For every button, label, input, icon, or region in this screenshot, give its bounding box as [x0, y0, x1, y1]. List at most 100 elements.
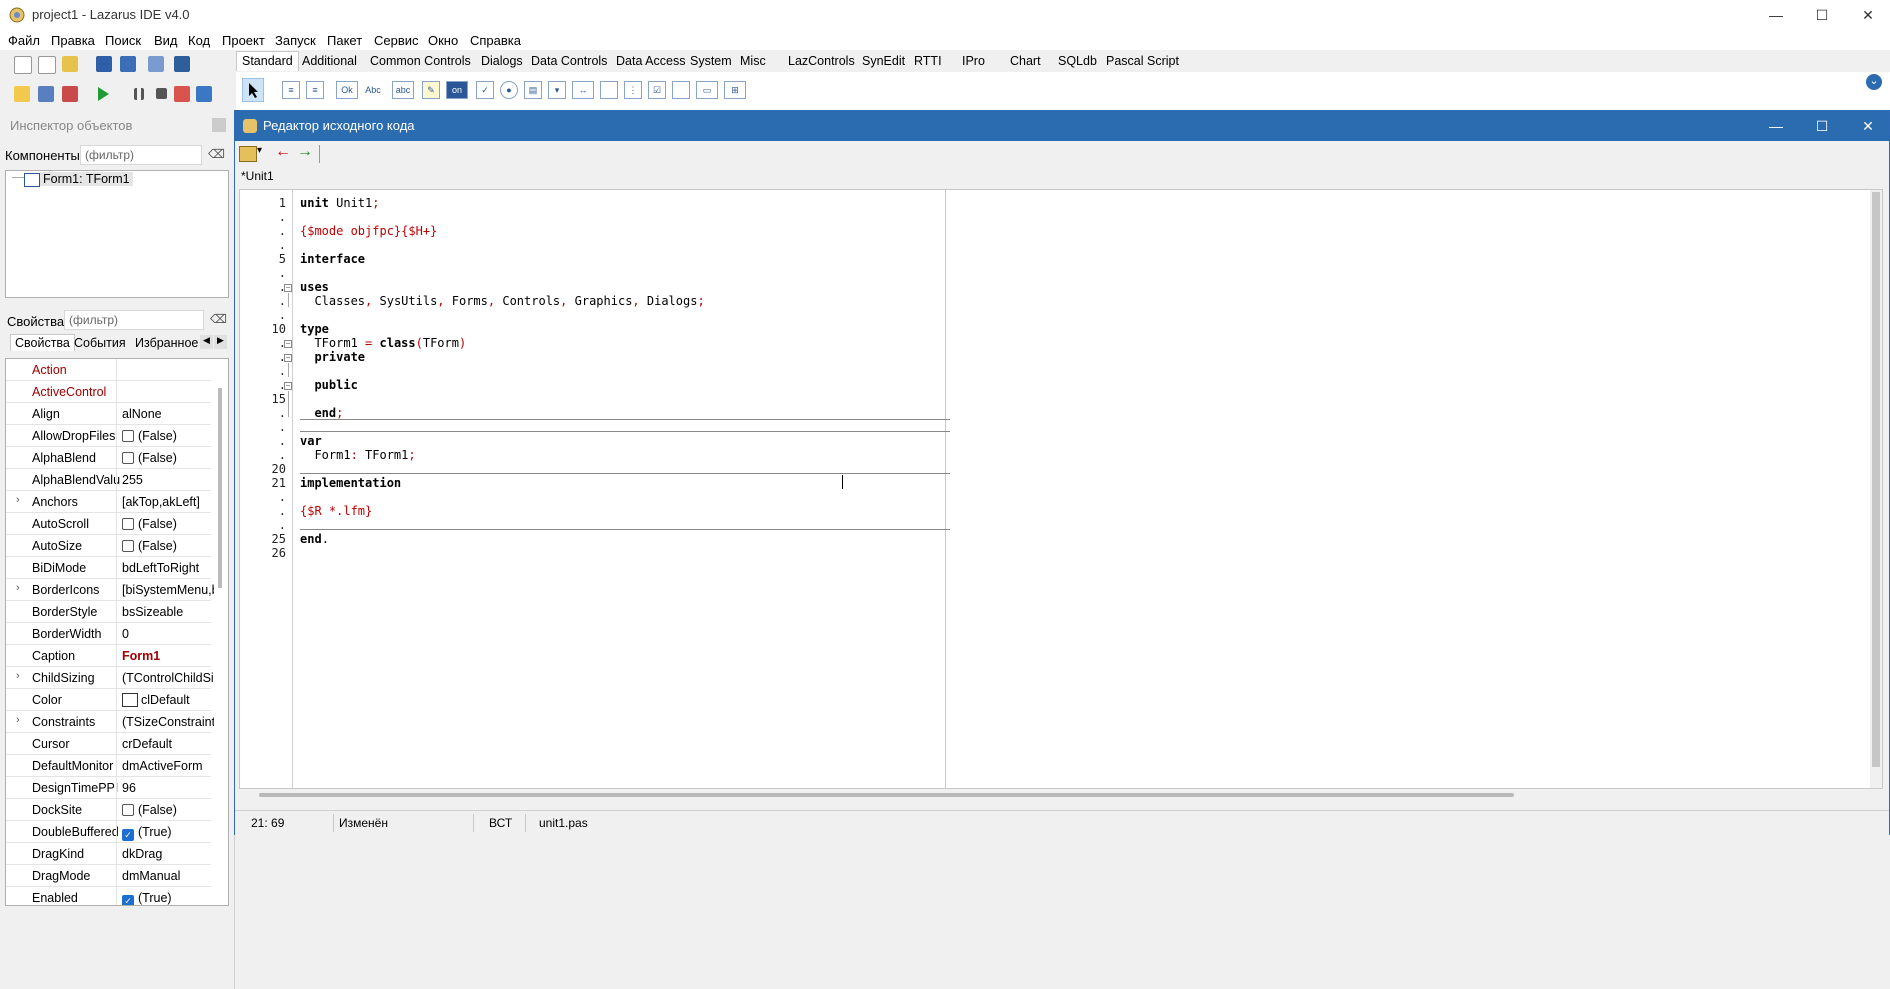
code-editor[interactable]: 1... 5.... 10.... 15.... 20 21... 25 26 unit Un…: [239, 189, 1883, 789]
property-row[interactable]: AutoScroll (False): [6, 513, 211, 535]
property-value[interactable]: dmManual: [122, 869, 214, 883]
tpanel-icon[interactable]: [672, 81, 690, 99]
jump-back-icon[interactable]: ←: [275, 143, 291, 161]
vertical-scroll-thumb[interactable]: [1872, 192, 1880, 767]
fold-class-icon[interactable]: −: [284, 340, 292, 348]
checkbox[interactable]: [122, 452, 134, 464]
property-value[interactable]: (TSizeConstraints: [122, 715, 214, 729]
menu-search[interactable]: Поиск: [105, 33, 141, 48]
property-row[interactable]: › Constraints (TSizeConstraints: [6, 711, 214, 733]
property-row[interactable]: DefaultMonitor dmActiveForm: [6, 755, 211, 777]
editor-maximize-button[interactable]: ☐: [1799, 111, 1845, 141]
property-row[interactable]: › BorderIcons [biSystemMenu,b: [6, 579, 214, 601]
tab-common-controls[interactable]: Common Controls: [370, 54, 471, 68]
property-value[interactable]: 255: [122, 473, 214, 487]
copy-icon[interactable]: [14, 86, 30, 102]
menu-package[interactable]: Пакет: [327, 33, 362, 48]
run-icon[interactable]: [96, 86, 110, 102]
view-forms-icon[interactable]: [38, 86, 54, 102]
tab-scroll-left-icon[interactable]: ◀: [200, 335, 213, 349]
property-row[interactable]: BiDiMode bdLeftToRight: [6, 557, 211, 579]
property-row[interactable]: Cursor crDefault: [6, 733, 211, 755]
property-value[interactable]: 96: [122, 781, 214, 795]
editor-vertical-scrollbar[interactable]: [1870, 190, 1882, 788]
property-row[interactable]: DockSite (False): [6, 799, 211, 821]
property-value[interactable]: [biSystemMenu,b: [122, 583, 214, 597]
menu-help[interactable]: Справка: [470, 33, 521, 48]
tmemo-icon[interactable]: ✎: [422, 81, 440, 99]
tmainmenu-icon[interactable]: ≡: [282, 81, 300, 99]
fold-private-icon[interactable]: −: [284, 354, 292, 362]
tab-properties[interactable]: Свойства: [10, 334, 75, 351]
menu-tools[interactable]: Сервис: [374, 33, 419, 48]
property-value[interactable]: (False): [122, 451, 214, 465]
property-value[interactable]: bdLeftToRight: [122, 561, 214, 575]
property-row[interactable]: DesignTimePPI 96: [6, 777, 211, 799]
property-row[interactable]: Enabled ✓ (True): [6, 887, 214, 905]
chevron-down-icon[interactable]: ▾: [257, 145, 262, 156]
open-icon[interactable]: [62, 56, 78, 72]
components-filter-input[interactable]: (фильтр): [80, 145, 202, 165]
menu-code[interactable]: Код: [188, 33, 210, 48]
property-row[interactable]: › ChildSizing (TControlChildSiz: [6, 667, 214, 689]
editor-close-button[interactable]: ✕: [1845, 111, 1890, 141]
tab-favorites[interactable]: Избранное: [135, 336, 199, 350]
property-value[interactable]: dmActiveForm: [122, 759, 214, 773]
property-value[interactable]: alNone: [122, 407, 214, 421]
property-value[interactable]: dkDrag: [122, 847, 214, 861]
horizontal-scroll-thumb[interactable]: [259, 793, 1514, 797]
checkbox[interactable]: [122, 430, 134, 442]
view-units-icon[interactable]: [174, 56, 190, 72]
expand-chevron-icon[interactable]: ›: [16, 494, 20, 506]
palette-expand-icon[interactable]: ⌄: [1866, 74, 1882, 90]
save-all-icon[interactable]: [120, 56, 136, 72]
checkbox[interactable]: ✓: [122, 829, 134, 841]
tab-data-access[interactable]: Data Access: [616, 54, 685, 68]
stop-icon[interactable]: [156, 88, 167, 99]
property-row[interactable]: › Anchors [akTop,akLeft]: [6, 491, 211, 513]
property-row[interactable]: AlphaBlendValu 255: [6, 469, 211, 491]
new-form-icon[interactable]: [38, 56, 56, 74]
tab-ipro[interactable]: IPro: [962, 54, 985, 68]
expand-chevron-icon[interactable]: ›: [16, 582, 20, 594]
properties-filter-input[interactable]: (фильтр): [64, 310, 204, 330]
tree-item-form1[interactable]: Form1: TForm1: [40, 172, 133, 186]
editor-menu-icon[interactable]: [239, 146, 257, 162]
property-value[interactable]: (False): [122, 803, 214, 817]
property-value[interactable]: [akTop,akLeft]: [122, 495, 214, 509]
property-value[interactable]: (False): [122, 429, 214, 443]
tab-chart[interactable]: Chart: [1010, 54, 1041, 68]
property-value[interactable]: ✓ (True): [122, 891, 214, 905]
property-row[interactable]: DoubleBuffered ✓ (True): [6, 821, 211, 843]
menu-view[interactable]: Вид: [154, 33, 178, 48]
tab-scroll-right-icon[interactable]: ▶: [214, 335, 227, 349]
tframe-icon[interactable]: ▭: [696, 81, 718, 99]
property-value[interactable]: Form1: [122, 649, 214, 663]
step-into-icon[interactable]: [174, 86, 190, 102]
checkbox[interactable]: ✓: [122, 895, 134, 905]
tab-additional[interactable]: Additional: [302, 54, 357, 68]
step-over-icon[interactable]: [196, 86, 212, 102]
fold-public-icon[interactable]: −: [284, 382, 292, 390]
menu-file[interactable]: Файл: [8, 33, 40, 48]
selection-pointer-icon[interactable]: [242, 78, 264, 102]
property-row[interactable]: Caption Form1: [6, 645, 211, 667]
property-value[interactable]: (False): [122, 539, 214, 553]
tradiogroup-icon[interactable]: ⋮: [624, 81, 642, 99]
expand-chevron-icon[interactable]: ›: [16, 714, 20, 726]
save-icon[interactable]: [96, 56, 112, 72]
tedit-icon[interactable]: abc: [392, 81, 414, 99]
tactionlist-icon[interactable]: ⊞: [724, 81, 746, 99]
tcheckbox-icon[interactable]: ✓: [476, 81, 494, 99]
tcheckgroup-icon[interactable]: ☑: [648, 81, 666, 99]
jump-forward-icon[interactable]: →: [297, 143, 313, 161]
minimize-button[interactable]: —: [1753, 0, 1799, 30]
tab-rtti[interactable]: RTTI: [914, 54, 942, 68]
editor-minimize-button[interactable]: —: [1753, 111, 1799, 141]
tradiobutton-icon[interactable]: ●: [500, 81, 518, 99]
tab-data-controls[interactable]: Data Controls: [531, 54, 607, 68]
property-row[interactable]: DragKind dkDrag: [6, 843, 211, 865]
new-unit-icon[interactable]: [14, 56, 32, 74]
property-value[interactable]: ✓ (True): [122, 825, 214, 841]
clear-filter-icon[interactable]: ⌫: [208, 147, 225, 161]
